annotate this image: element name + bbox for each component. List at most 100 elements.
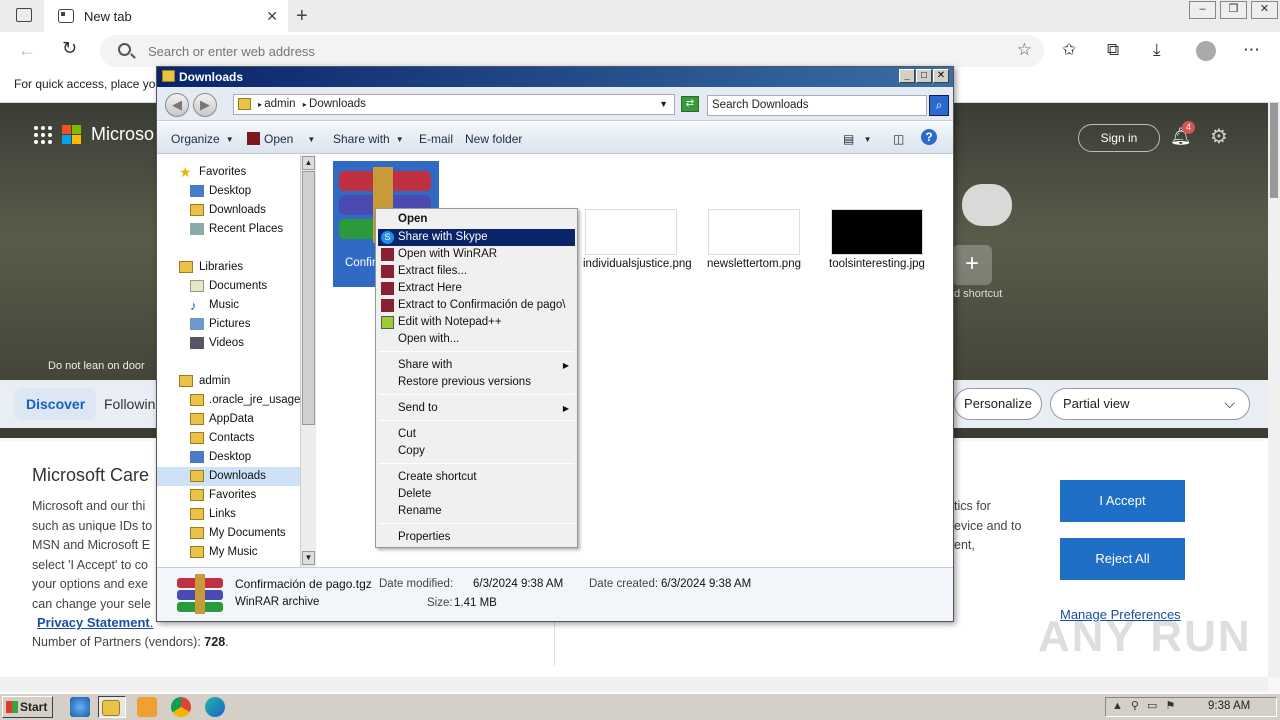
tab-new-tab[interactable]: New tab ✕ — [44, 0, 288, 32]
file-item[interactable]: individualsjustice.png — [583, 209, 692, 271]
nav-admin-downloads[interactable]: Downloads — [157, 467, 300, 486]
breadcrumb-admin[interactable]: admin — [264, 98, 295, 110]
nav-appdata[interactable]: AppData — [157, 410, 300, 429]
help-icon[interactable]: ? — [921, 129, 937, 145]
nav-recent-places[interactable]: Recent Places — [157, 220, 300, 239]
nav-music[interactable]: ♪ Music — [157, 296, 300, 315]
menu-create-shortcut[interactable]: Create shortcut — [378, 469, 575, 486]
breadcrumb-downloads[interactable]: Downloads — [309, 98, 366, 110]
nav-my-music[interactable]: My Music — [157, 543, 300, 562]
nav-favorites-folder[interactable]: Favorites — [157, 486, 300, 505]
nav-oracle-jre[interactable]: .oracle_jre_usage — [157, 391, 300, 410]
menu-open-with[interactable]: Open with... — [378, 331, 575, 348]
open-button[interactable]: Open ▼ — [247, 132, 315, 146]
explorer-titlebar[interactable]: Downloads _ □ ✕ — [157, 67, 953, 87]
chrome-icon[interactable] — [171, 697, 191, 717]
nav-admin[interactable]: admin — [157, 372, 300, 391]
menu-extract-files[interactable]: Extract files... — [378, 263, 575, 280]
sign-in-button[interactable]: Sign in — [1078, 124, 1160, 152]
menu-share-with[interactable]: Share with ▶ — [378, 357, 575, 374]
nav-scrollbar-thumb[interactable] — [302, 171, 315, 425]
address-bar[interactable]: ☆ — [100, 35, 1044, 67]
nav-libraries[interactable]: Libraries — [157, 258, 300, 277]
nav-admin-desktop[interactable]: Desktop — [157, 448, 300, 467]
menu-open-winrar[interactable]: Open with WinRAR — [378, 246, 575, 263]
maximize-button[interactable]: ❐ — [1220, 1, 1247, 19]
scroll-up-icon[interactable]: ▲ — [302, 156, 315, 170]
back-arrow-icon[interactable]: ← — [18, 40, 36, 61]
add-favorite-icon[interactable]: ☆ — [1017, 40, 1032, 60]
collections-icon[interactable]: ⧉ — [1107, 40, 1119, 60]
add-shortcut-button[interactable]: + — [952, 245, 992, 285]
dropdown-arrow-icon[interactable]: ▼ — [659, 95, 668, 114]
partial-view-dropdown[interactable]: Partial view ⌵ — [1050, 388, 1250, 420]
search-button-icon[interactable]: ⌕ — [929, 95, 949, 116]
views-icon[interactable]: ▤ ▼ — [843, 132, 872, 146]
explorer-maximize-button[interactable]: □ — [916, 69, 932, 83]
start-button[interactable]: Start — [2, 696, 53, 718]
privacy-statement-link[interactable]: Privacy Statement. — [37, 615, 153, 630]
address-input[interactable] — [148, 41, 968, 61]
taskbar-clock[interactable]: 9:38 AM — [1208, 700, 1250, 712]
breadcrumb[interactable]: ▸ admin ▸ Downloads ▼ — [233, 94, 675, 115]
notifications-bell-icon[interactable]: 🔔︎ 4 — [1170, 121, 1195, 147]
search-downloads-input[interactable]: Search Downloads — [707, 95, 927, 116]
privacy-link-text[interactable]: Privacy Statement — [37, 615, 150, 630]
minimize-button[interactable]: – — [1189, 1, 1216, 19]
close-button[interactable]: ✕ — [1251, 1, 1278, 19]
tab-close-icon[interactable]: ✕ — [266, 8, 278, 25]
menu-copy[interactable]: Copy — [378, 443, 575, 460]
profile-avatar[interactable] — [1196, 41, 1216, 61]
media-player-icon[interactable] — [137, 697, 157, 717]
nav-documents[interactable]: Documents — [157, 277, 300, 296]
menu-restore-versions[interactable]: Restore previous versions — [378, 374, 575, 391]
explorer-close-button[interactable]: ✕ — [933, 69, 949, 83]
explorer-forward-button[interactable]: ▶ — [193, 93, 217, 117]
more-icon[interactable]: ⋯ — [1243, 40, 1260, 60]
nav-favorites[interactable]: ★ Favorites — [157, 163, 300, 182]
new-folder-button[interactable]: New folder — [465, 132, 522, 146]
file-explorer-icon[interactable] — [102, 700, 120, 716]
refresh-icon[interactable]: ↻ — [62, 38, 77, 59]
horizontal-scrollbar[interactable] — [0, 677, 1268, 691]
nav-videos[interactable]: Videos — [157, 334, 300, 353]
reject-all-button[interactable]: Reject All — [1060, 538, 1185, 580]
preview-pane-icon[interactable]: ◫ — [893, 132, 904, 146]
menu-properties[interactable]: Properties — [378, 529, 575, 546]
nav-contacts[interactable]: Contacts — [157, 429, 300, 448]
tab-following[interactable]: Followin — [104, 396, 155, 412]
settings-gear-icon[interactable]: ⚙ — [1210, 124, 1228, 149]
file-item[interactable]: newslettertom.png — [706, 209, 802, 271]
copilot-icon[interactable] — [962, 184, 1012, 226]
nav-scrollbar[interactable]: ▲ ▼ — [300, 155, 316, 567]
organize-button[interactable]: Organize ▼ — [171, 132, 234, 146]
explorer-minimize-button[interactable]: _ — [899, 69, 915, 83]
favorites-icon[interactable]: ✩ — [1062, 40, 1076, 60]
edge-icon[interactable] — [205, 697, 225, 717]
nav-links[interactable]: Links — [157, 505, 300, 524]
share-with-button[interactable]: Share with ▼ — [333, 132, 404, 146]
downloads-icon[interactable]: ⤓ — [1153, 40, 1161, 60]
file-item[interactable]: toolsinteresting.jpg — [829, 209, 925, 271]
menu-delete[interactable]: Delete — [378, 486, 575, 503]
tab-discover[interactable]: Discover — [14, 388, 96, 420]
refresh-go-icon[interactable]: ⇄ — [681, 96, 699, 112]
page-scrollbar[interactable] — [1268, 103, 1280, 677]
menu-share-skype[interactable]: S Share with Skype — [378, 229, 575, 246]
menu-extract-to[interactable]: Extract to Confirmación de pago\ — [378, 297, 575, 314]
nav-desktop[interactable]: Desktop — [157, 182, 300, 201]
nav-my-documents[interactable]: My Documents — [157, 524, 300, 543]
nav-downloads[interactable]: Downloads — [157, 201, 300, 220]
apps-grid-icon[interactable] — [34, 125, 52, 144]
personalize-button[interactable]: Personalize — [954, 388, 1042, 420]
tab-actions-icon[interactable] — [16, 8, 32, 22]
internet-explorer-icon[interactable] — [70, 697, 90, 717]
tray-icons[interactable]: ▲⚲▭⚑ — [1112, 699, 1183, 712]
new-tab-button[interactable]: + — [296, 5, 308, 28]
menu-edit-notepad[interactable]: Edit with Notepad++ — [378, 314, 575, 331]
menu-open[interactable]: Open — [378, 211, 575, 228]
menu-extract-here[interactable]: Extract Here — [378, 280, 575, 297]
menu-send-to[interactable]: Send to ▶ — [378, 400, 575, 417]
menu-cut[interactable]: Cut — [378, 426, 575, 443]
menu-rename[interactable]: Rename — [378, 503, 575, 520]
